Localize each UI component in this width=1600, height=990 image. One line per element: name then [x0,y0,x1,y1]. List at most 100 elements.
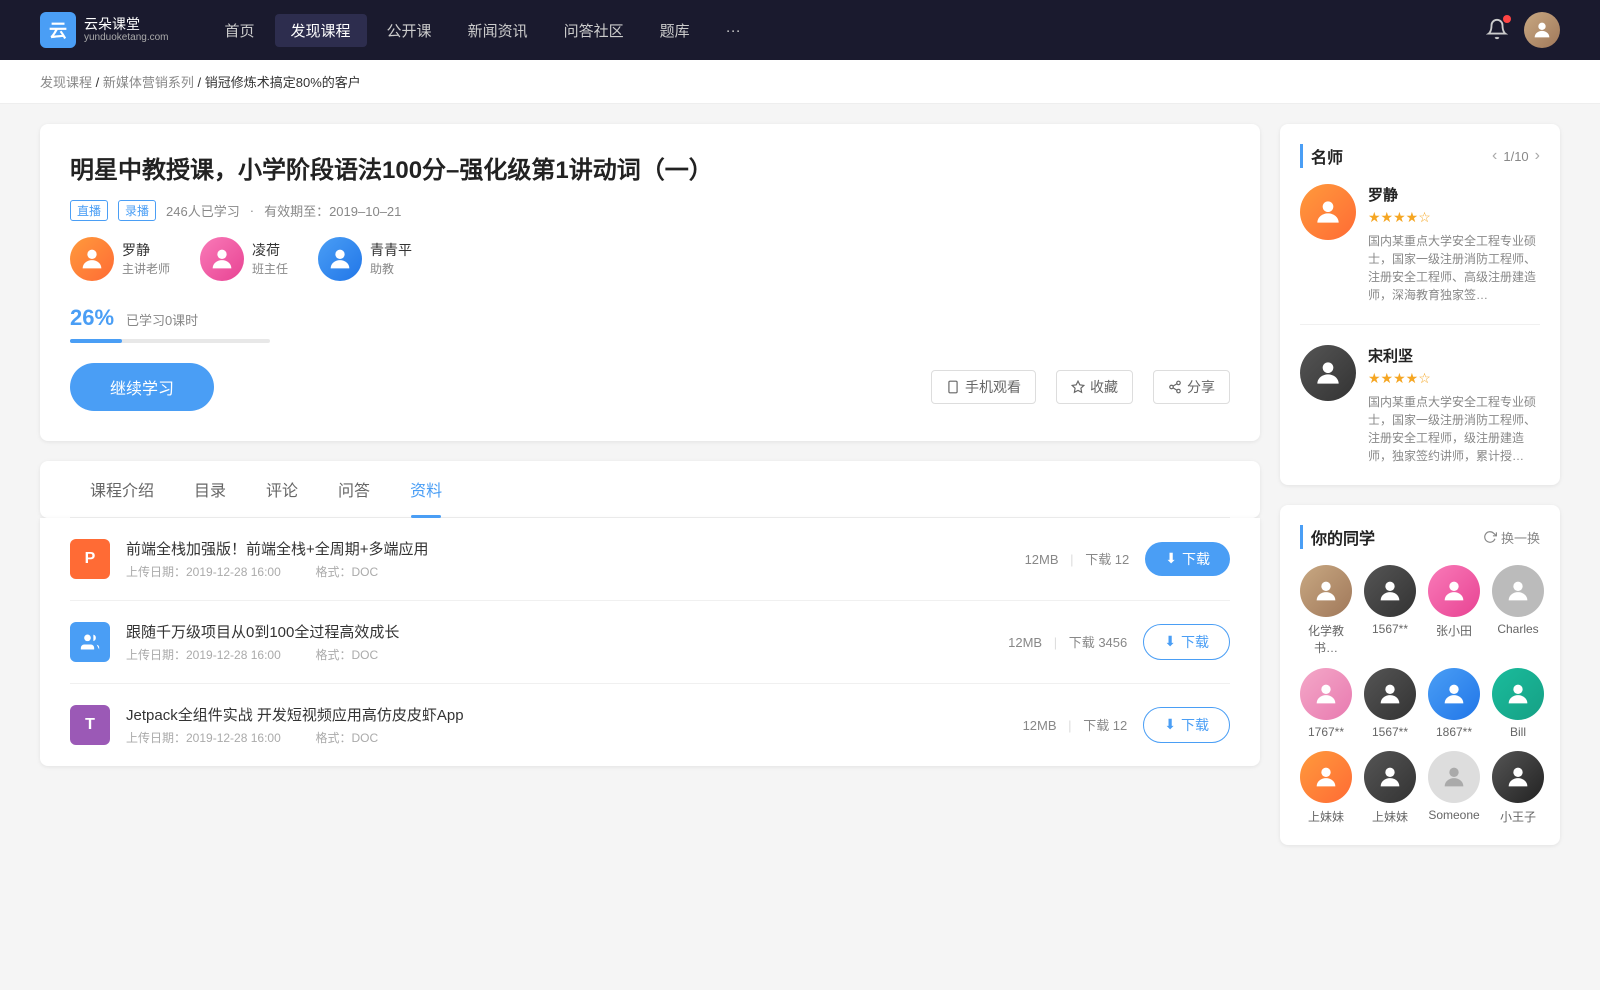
student-avatar-12 [1492,751,1544,803]
student-name-3: 张小田 [1436,622,1472,639]
share-button[interactable]: 分享 [1153,370,1230,404]
resource-stats-3: 12MB | 下载 12 [1023,715,1128,734]
nav-item-news[interactable]: 新闻资讯 [452,14,544,47]
teacher-item-1: 罗静 主讲老师 [70,237,170,281]
student-name-9: 上妹妹 [1308,808,1344,825]
student-item-2: 1567** [1364,565,1416,656]
student-item-11: Someone [1428,751,1480,825]
tab-materials[interactable]: 资料 [390,461,462,517]
student-name-11: Someone [1428,808,1479,822]
sidebar-teacher-desc-1: 国内某重点大学安全工程专业硕士，国家一级注册消防工程师、注册安全工程师、高级注册… [1368,232,1540,304]
resource-icon-2 [70,622,110,662]
student-name-12: 小王子 [1500,808,1536,825]
breadcrumb-discover[interactable]: 发现课程 [40,75,92,90]
nav-item-public[interactable]: 公开课 [371,14,448,47]
nav-item-more[interactable]: ··· [710,16,757,45]
student-item-12: 小王子 [1492,751,1544,825]
progress-label: 已学习0课时 [126,313,198,328]
star-icon [1071,380,1085,394]
tabs-section: 课程介绍 目录 评论 问答 资料 [40,461,1260,518]
navbar: 云 云朵课堂 yunduoketang.com 首页 发现课程 公开课 新闻资讯… [0,0,1600,60]
nav-item-quiz[interactable]: 题库 [644,14,706,47]
progress-bar-bg [70,339,270,343]
collect-button[interactable]: 收藏 [1056,370,1133,404]
student-item-6: 1567** [1364,668,1416,739]
student-count: 246人已学习 [166,201,240,220]
teacher-item-2: 凌荷 班主任 [200,237,288,281]
teachers-sidebar-title: 名师 [1300,144,1492,168]
resource-stats-2: 12MB | 下载 3456 [1008,632,1127,651]
mobile-watch-label: 手机观看 [965,377,1021,397]
nav-item-discover[interactable]: 发现课程 [275,14,367,47]
student-item-8: Bill [1492,668,1544,739]
action-buttons: 手机观看 收藏 分享 [931,370,1230,404]
student-avatar-6 [1364,668,1416,720]
mobile-icon [946,380,960,394]
breadcrumb: 发现课程 / 新媒体营销系列 / 销冠修炼术搞定80%的客户 [0,60,1600,104]
student-name-7: 1867** [1436,725,1472,739]
download-button-1[interactable]: ⬇ 下载 [1145,542,1230,576]
student-name-6: 1567** [1372,725,1408,739]
student-item-1: 化学教书… [1300,565,1352,656]
course-title: 明星中教授课，小学阶段语法100分–强化级第1讲动词（一） [70,154,1230,188]
pagination-next[interactable]: › [1535,147,1540,165]
tab-contents[interactable]: 目录 [174,461,246,517]
badge-record: 录播 [118,200,156,221]
refresh-icon [1483,530,1497,544]
nav-item-home[interactable]: 首页 [209,14,271,47]
student-avatar-4 [1492,565,1544,617]
progress-bar-fill [70,339,122,343]
student-avatar-2 [1364,565,1416,617]
continue-button[interactable]: 继续学习 [70,363,214,411]
tab-intro[interactable]: 课程介绍 [70,461,174,517]
sidebar-teacher-1: 罗静 ★★★★☆ 国内某重点大学安全工程专业硕士，国家一级注册消防工程师、注册安… [1300,184,1540,325]
download-button-2[interactable]: ⬇ 下载 [1143,624,1230,660]
students-sidebar-card: 你的同学 换一换 化学教书… 1567** [1280,505,1560,845]
resource-stats-1: 12MB | 下载 12 [1025,549,1130,568]
logo-icon: 云 [40,12,76,48]
badge-live: 直播 [70,200,108,221]
mobile-watch-button[interactable]: 手机观看 [931,370,1036,404]
tab-review[interactable]: 评论 [246,461,318,517]
resource-item-2: 跟随千万级项目从0到100全过程高效成长 上传日期：2019-12-28 16:… [70,601,1230,684]
share-icon [1168,380,1182,394]
student-name-4: Charles [1497,622,1538,636]
course-actions: 继续学习 手机观看 收藏 分享 [70,363,1230,411]
notification-bell[interactable] [1486,18,1508,43]
sidebar: 名师 ‹ 1/10 › 罗静 ★★★★☆ 国内某重点大学安全工程专业硕士，国家一… [1280,124,1560,865]
students-grid: 化学教书… 1567** 张小田 [1300,565,1540,825]
sidebar-teacher-stars-1: ★★★★☆ [1368,209,1540,226]
resource-list: P 前端全栈加强版！前端全栈+全周期+多端应用 上传日期：2019-12-28 … [40,518,1260,766]
download-button-3[interactable]: ⬇ 下载 [1143,707,1230,743]
course-meta: 直播 录播 246人已学习 · 有效期至：2019–10–21 [70,200,1230,221]
student-name-1: 化学教书… [1300,622,1352,656]
course-tabs: 课程介绍 目录 评论 问答 资料 [70,461,1230,518]
resource-name-3: Jetpack全组件实战 开发短视频应用高仿皮皮虾App [126,704,1007,725]
pagination-info: 1/10 [1503,149,1528,164]
student-avatar-8 [1492,668,1544,720]
teachers-pagination: ‹ 1/10 › [1492,147,1540,165]
student-item-9: 上妹妹 [1300,751,1352,825]
course-card: 明星中教授课，小学阶段语法100分–强化级第1讲动词（一） 直播 录播 246人… [40,124,1260,441]
resource-item-3: T Jetpack全组件实战 开发短视频应用高仿皮皮虾App 上传日期：2019… [70,684,1230,766]
student-item-3: 张小田 [1428,565,1480,656]
main-container: 明星中教授课，小学阶段语法100分–强化级第1讲动词（一） 直播 录播 246人… [0,104,1600,885]
collect-label: 收藏 [1090,377,1118,397]
pagination-prev[interactable]: ‹ [1492,147,1497,165]
breadcrumb-series[interactable]: 新媒体营销系列 [103,75,194,90]
teacher-item-3: 青青平 助教 [318,237,412,281]
sidebar-teacher-2: 宋利坚 ★★★★☆ 国内某重点大学安全工程专业硕士，国家一级注册消防工程师、注册… [1300,345,1540,465]
nav-logo[interactable]: 云 云朵课堂 yunduoketang.com [40,12,169,48]
sidebar-teacher-name-2: 宋利坚 [1368,345,1540,366]
refresh-button[interactable]: 换一换 [1483,528,1540,547]
progress-percent: 26% [70,305,114,330]
student-item-4: Charles [1492,565,1544,656]
nav-item-qa[interactable]: 问答社区 [548,14,640,47]
students-sidebar-title: 你的同学 [1300,525,1483,549]
sidebar-teacher-desc-2: 国内某重点大学安全工程专业硕士，国家一级注册消防工程师、注册安全工程师，级注册建… [1368,393,1540,465]
nav-right [1486,12,1560,48]
tab-qa[interactable]: 问答 [318,461,390,517]
teacher-avatar-3 [318,237,362,281]
sidebar-teacher-name-1: 罗静 [1368,184,1540,205]
user-avatar[interactable] [1524,12,1560,48]
